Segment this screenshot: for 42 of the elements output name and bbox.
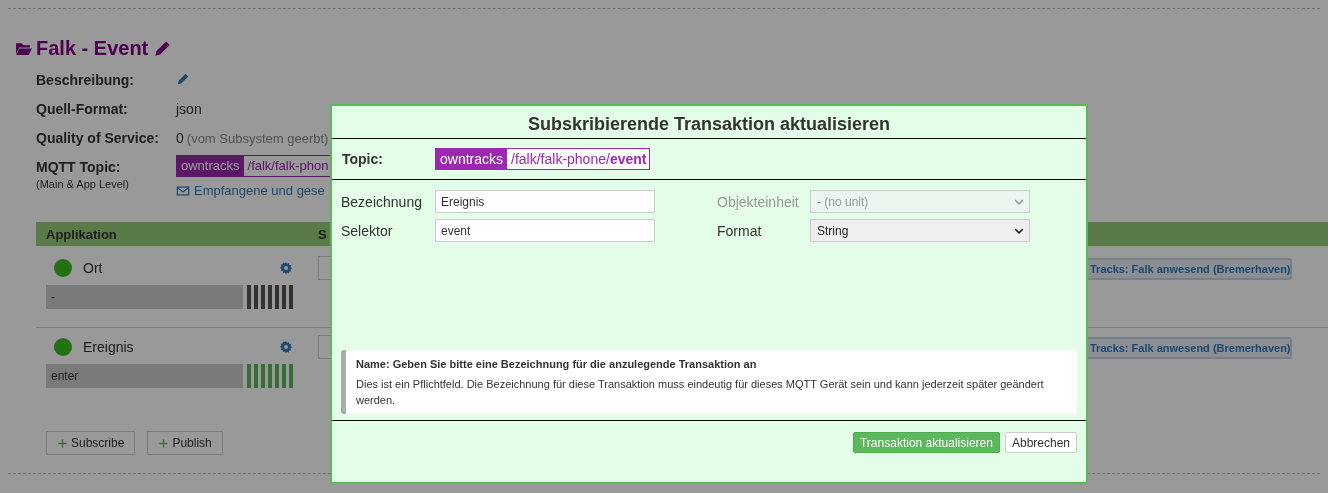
field-value: 0: [176, 129, 184, 148]
settings-icon[interactable]: [279, 340, 293, 354]
help-text: Dies ist ein Pflichtfeld. Die Bezeichnung für diese Transaktion muss eindeutig für dieses MQTT Gerät sein und kann jederzeit später geändert werden.: [356, 377, 1045, 408]
topic-label: Topic:: [342, 151, 384, 167]
field-label: MQTT Topic:: [36, 158, 122, 177]
plus-icon: [57, 437, 68, 449]
input-field[interactable]: event: [435, 219, 655, 242]
add-button[interactable]: Publish: [147, 431, 223, 455]
column-header: S: [318, 226, 327, 242]
plus-icon: [158, 437, 170, 449]
topic-prefix: owntracks: [436, 149, 508, 169]
input-field[interactable]: Ereignis: [435, 190, 655, 213]
mail-icon: [176, 183, 190, 198]
value-display: -: [46, 285, 243, 309]
messages-link[interactable]: Empfangene und gese: [194, 183, 325, 198]
status-dot: [54, 338, 72, 356]
status-dot: [54, 259, 72, 277]
add-button[interactable]: Subscribe: [46, 431, 136, 455]
field-hint: (Main & App Level): [36, 177, 130, 191]
dialog-title: Subskribierende Transaktion aktualisieren: [332, 106, 1086, 139]
field-label: Bezeichnung: [341, 193, 423, 210]
field-label: Selektor: [341, 222, 394, 239]
value-display: enter: [46, 364, 243, 388]
cancel-button[interactable]: Abbrechen: [1004, 432, 1077, 453]
field-label: Quell-Format:: [36, 100, 129, 119]
transaction-name: Ereignis: [83, 339, 135, 355]
column-header: Applikation: [46, 226, 118, 242]
help-title: Name: Geben Sie bitte eine Bezeichnung für die anzulegende Transaktion an: [356, 358, 758, 370]
field-label: Objekteinheit: [717, 193, 800, 210]
dropdown[interactable]: String: [810, 219, 1030, 242]
field-note: (vom Subsystem geerbt): [186, 130, 329, 148]
transaction-name: Ort: [83, 260, 104, 276]
edit-icon[interactable]: [176, 72, 190, 86]
field-label: Format: [717, 222, 763, 239]
topic-path-text: /falk/falk-phone/event: [510, 150, 648, 169]
field-label: Quality of Service:: [36, 129, 160, 148]
page-title: Falk - Event: [36, 36, 149, 60]
topic-path-text: /falk/falk-phon: [246, 157, 330, 175]
settings-icon[interactable]: [279, 261, 293, 275]
field-label: Beschreibung:: [36, 71, 135, 90]
topic-prefix: owntracks: [177, 156, 244, 176]
field-value: json: [176, 100, 202, 119]
